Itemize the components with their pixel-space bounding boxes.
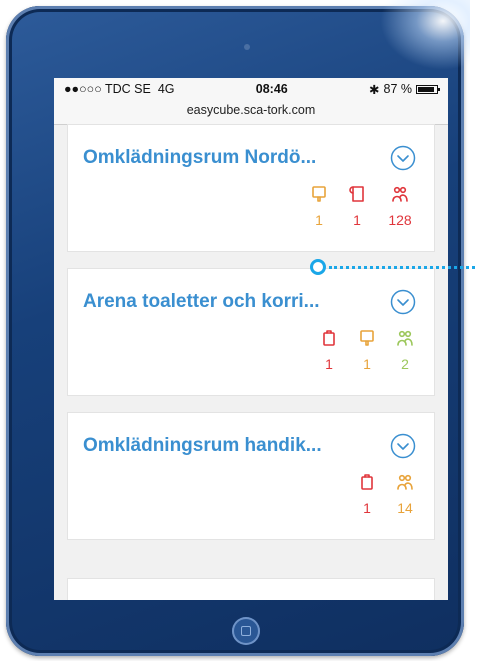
callout-marker: [310, 259, 326, 275]
paper-towel-icon: [348, 185, 366, 208]
url-bar[interactable]: easycube.sca-tork.com: [54, 100, 448, 125]
battery-level: [418, 86, 434, 92]
status-left: ●●○○○ TDC SE 4G: [64, 82, 175, 96]
metric-value: 1: [363, 500, 371, 516]
metric-paper-towel: 1: [344, 185, 370, 228]
people-icon: [396, 473, 414, 496]
chevron-down-icon[interactable]: [390, 289, 416, 315]
signal-strength-icon: ●●○○○: [64, 82, 102, 96]
network-type: 4G: [157, 82, 175, 96]
front-camera: [244, 44, 250, 50]
metric-people: 2: [392, 329, 418, 372]
chevron-down-icon[interactable]: [390, 145, 416, 171]
soap-dispenser-icon: [358, 329, 376, 352]
metric-soap-dispenser: 1: [354, 329, 380, 372]
battery-icon: [416, 84, 440, 94]
metric-value: 1: [363, 356, 371, 372]
location-title[interactable]: Arena toaletter och korri...: [83, 291, 320, 313]
toilet-paper-icon: [320, 329, 338, 352]
metric-value: 1: [315, 212, 323, 228]
metric-value: 1: [353, 212, 361, 228]
metric-people: 128: [382, 185, 418, 228]
metric-toilet-paper: 1: [316, 329, 342, 372]
location-card[interactable]: Omklädningsrum Nordö... 1 1 128: [67, 124, 435, 252]
metrics-row: 1 1 2: [316, 329, 418, 372]
metrics-row: 1 14: [354, 473, 418, 516]
carrier-name: TDC SE: [105, 82, 151, 96]
location-title[interactable]: Omklädningsrum handik...: [83, 435, 322, 457]
bluetooth-icon: ✱: [369, 82, 380, 97]
status-bar: ●●○○○ TDC SE 4G 08:46 ✱ 87 %: [54, 78, 448, 100]
metrics-row: 1 1 128: [306, 185, 418, 228]
screen-glare: [380, 0, 470, 70]
location-card[interactable]: Arena toaletter och korri... 1 1 2: [67, 268, 435, 396]
callout-line: [329, 266, 478, 269]
location-title[interactable]: Omklädningsrum Nordö...: [83, 147, 316, 169]
people-icon: [396, 329, 414, 352]
metric-people: 14: [392, 473, 418, 516]
home-button[interactable]: [232, 617, 260, 645]
soap-dispenser-icon: [310, 185, 328, 208]
status-right: ✱ 87 %: [369, 82, 440, 97]
metric-value: 14: [397, 500, 413, 516]
metric-value: 1: [325, 356, 333, 372]
toilet-paper-icon: [358, 473, 376, 496]
tablet-screen: ●●○○○ TDC SE 4G 08:46 ✱ 87 % easycube.sc…: [54, 78, 448, 600]
metric-value: 128: [388, 212, 412, 228]
battery-percent: 87 %: [383, 82, 413, 96]
metric-soap-dispenser: 1: [306, 185, 332, 228]
metric-value: 2: [401, 356, 409, 372]
metric-toilet-paper: 1: [354, 473, 380, 516]
tablet-frame: ●●○○○ TDC SE 4G 08:46 ✱ 87 % easycube.sc…: [6, 0, 478, 656]
list-item-partial[interactable]: [67, 578, 435, 600]
people-icon: [391, 185, 409, 208]
status-time: 08:46: [255, 82, 288, 96]
chevron-down-icon[interactable]: [390, 433, 416, 459]
location-card[interactable]: Omklädningsrum handik... 1 14: [67, 412, 435, 540]
